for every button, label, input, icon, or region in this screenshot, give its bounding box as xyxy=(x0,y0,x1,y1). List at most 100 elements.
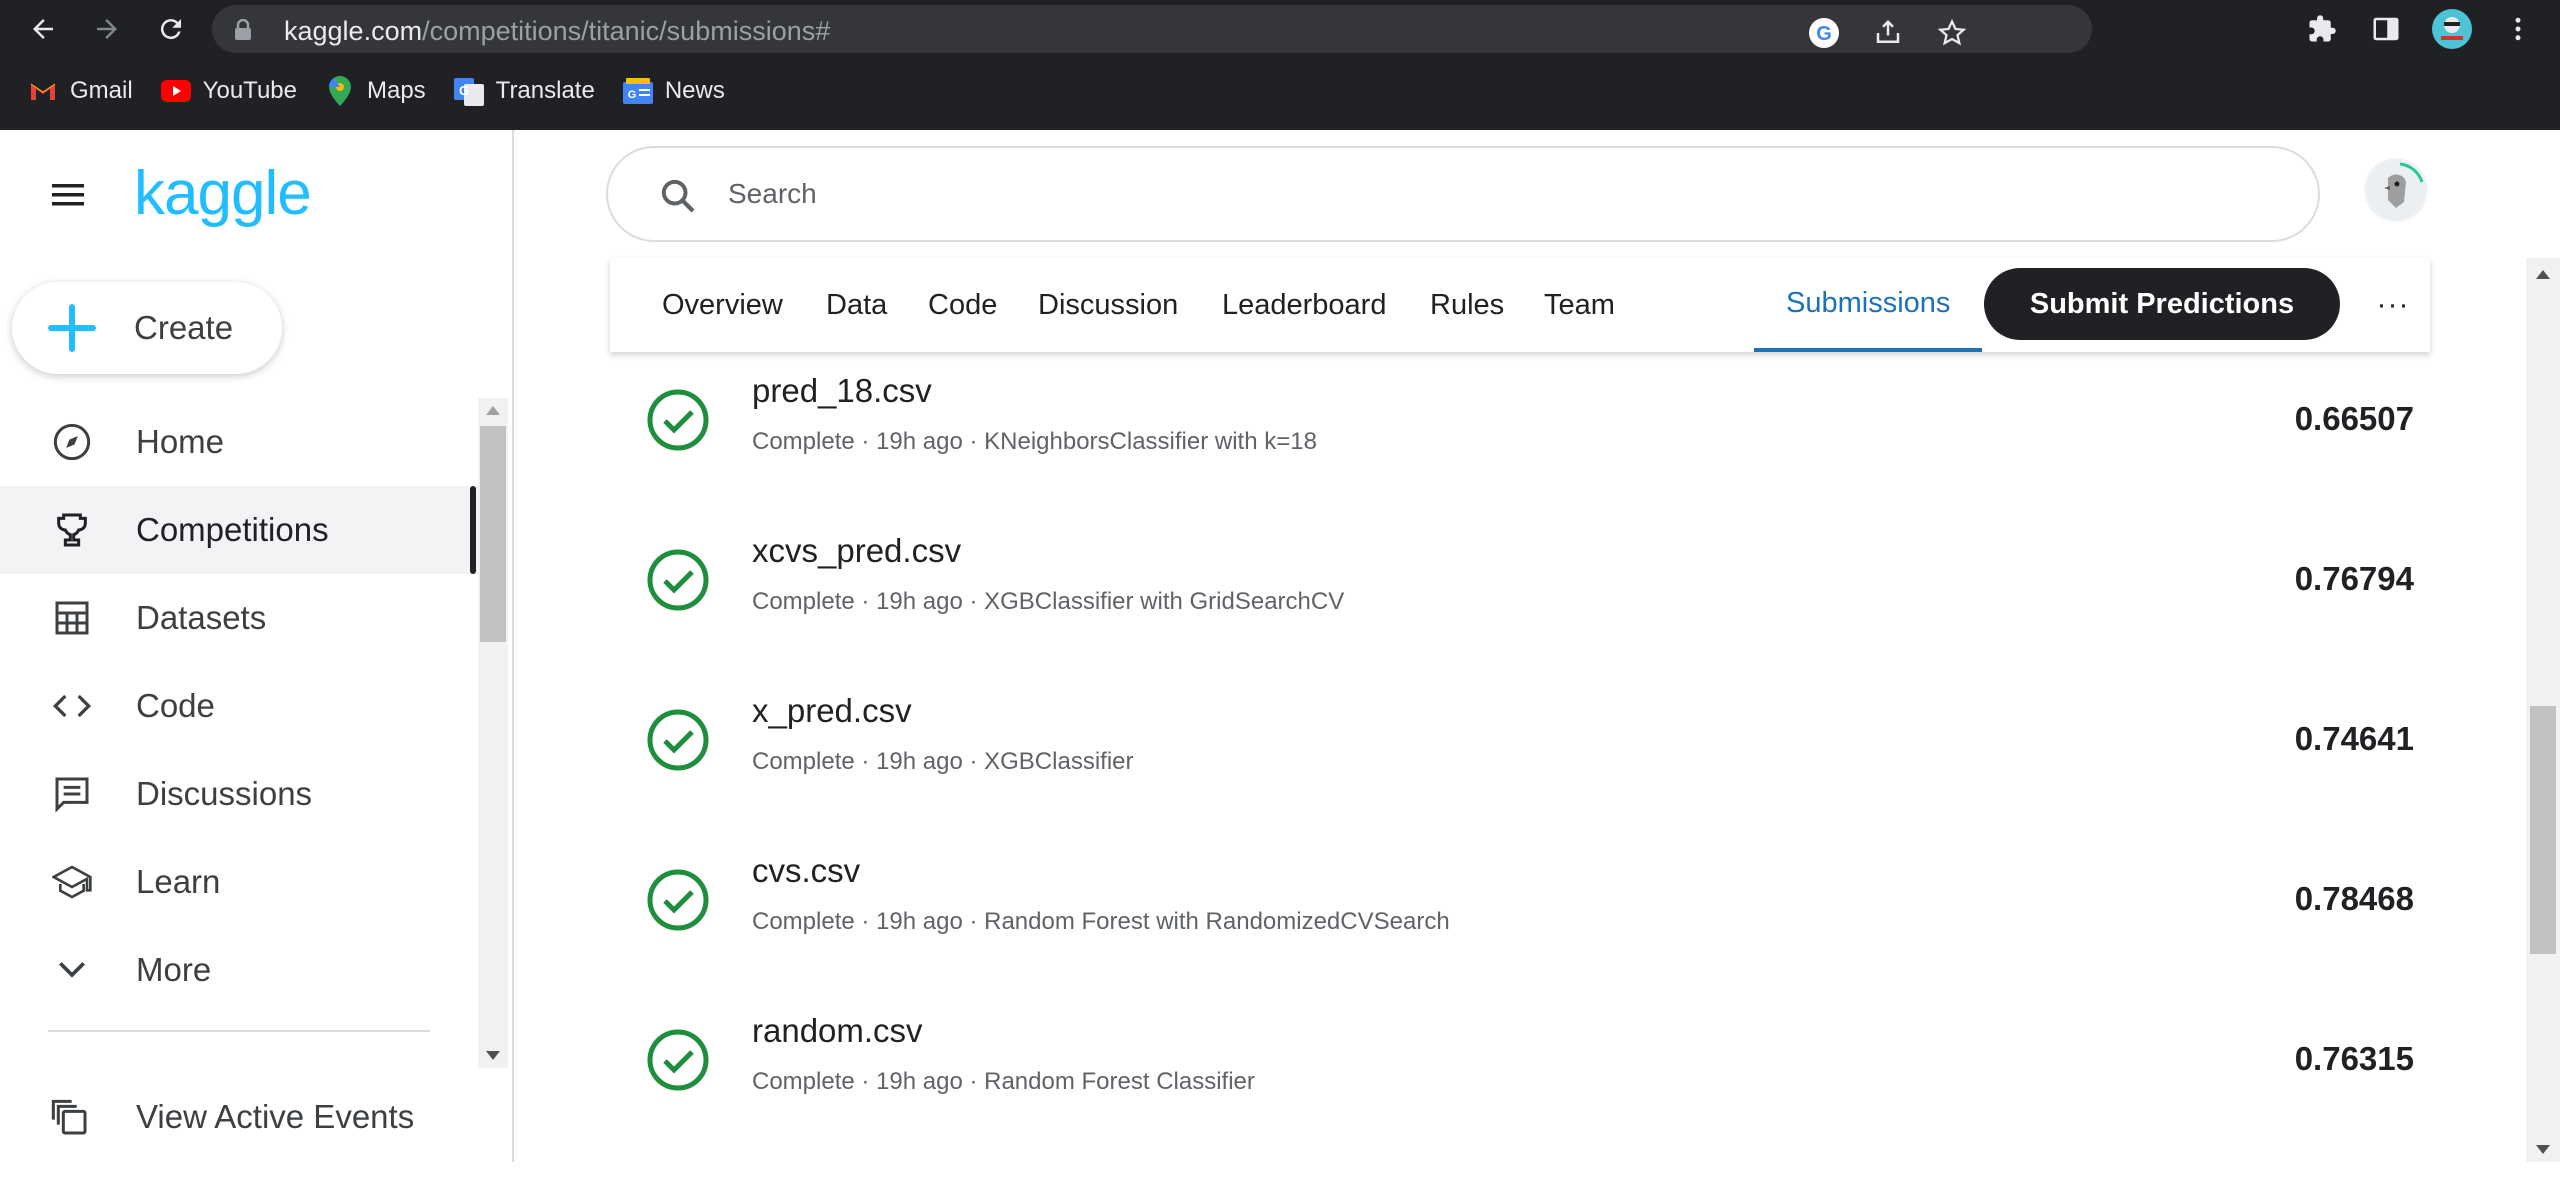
sidebar-divider xyxy=(48,1030,430,1032)
profile-avatar-icon xyxy=(2432,9,2472,49)
chevron-down-icon xyxy=(50,948,94,992)
hamburger-menu-button[interactable] xyxy=(48,175,88,215)
submission-row[interactable]: cvs.csv Complete · 19h ago · Random Fore… xyxy=(610,838,2430,998)
submission-filename[interactable]: x_pred.csv xyxy=(752,692,912,730)
search-bar[interactable] xyxy=(606,146,2320,242)
star-icon xyxy=(1937,18,1967,46)
google-icon: G xyxy=(1809,18,1839,48)
sidebar-scrollbar[interactable] xyxy=(478,398,508,1068)
tab-overview[interactable]: Overview xyxy=(662,258,783,352)
sidebar-item-home[interactable]: Home xyxy=(0,398,478,486)
gmail-icon xyxy=(28,76,58,106)
more-options-button[interactable]: ··· xyxy=(2370,282,2416,328)
tab-discussion[interactable]: Discussion xyxy=(1038,258,1178,352)
tab-team[interactable]: Team xyxy=(1544,258,1615,352)
submission-filename[interactable]: pred_18.csv xyxy=(752,372,932,410)
scroll-down-arrow-icon[interactable] xyxy=(2536,1145,2550,1154)
submission-score: 0.74641 xyxy=(2294,720,2414,757)
tab-submissions[interactable]: Submissions xyxy=(1754,258,1983,352)
bookmark-label: News xyxy=(664,77,725,104)
bookmark-label: Translate xyxy=(495,77,595,104)
google-lens-button[interactable]: G xyxy=(1806,15,1842,51)
submission-row[interactable]: x_pred.csv Complete · 19h ago · XGBClass… xyxy=(610,678,2430,838)
toolbar: kaggle.com/competitions/titanic/submissi… xyxy=(0,0,2560,57)
bookmark-star-button[interactable] xyxy=(1934,15,1970,51)
bookmark-news[interactable]: G News xyxy=(622,76,725,106)
page-scrollbar[interactable] xyxy=(2526,258,2560,1162)
profile-button[interactable] xyxy=(2432,9,2472,49)
reload-button[interactable] xyxy=(150,8,192,50)
puzzle-icon xyxy=(2309,15,2336,42)
maps-icon xyxy=(325,76,355,106)
check-circle-icon xyxy=(647,549,709,611)
scrollbar-thumb[interactable] xyxy=(480,426,506,642)
kaggle-logo[interactable]: kaggle xyxy=(134,158,312,229)
submission-row[interactable]: random.csv Complete · 19h ago · Random F… xyxy=(610,998,2430,1158)
submission-score: 0.76794 xyxy=(2294,560,2414,597)
search-input[interactable] xyxy=(728,172,2228,216)
bookmark-translate[interactable]: G Translate xyxy=(453,76,595,106)
bookmark-label: YouTube xyxy=(202,77,297,104)
submission-filename[interactable]: random.csv xyxy=(752,1012,923,1050)
check-circle-icon xyxy=(647,389,709,451)
submit-predictions-button[interactable]: Submit Predictions xyxy=(1984,268,2340,340)
sidebar-item-code[interactable]: Code xyxy=(0,662,478,750)
tab-data[interactable]: Data xyxy=(826,258,887,352)
tab-leaderboard[interactable]: Leaderboard xyxy=(1222,258,1386,352)
svg-text:G: G xyxy=(459,83,469,98)
trophy-icon xyxy=(50,508,94,552)
submission-score: 0.66507 xyxy=(2294,400,2414,437)
share-button[interactable] xyxy=(1870,15,1906,51)
sidebar-item-label: Discussions xyxy=(136,775,313,812)
sidebar-item-discussions[interactable]: Discussions xyxy=(0,750,478,838)
scroll-up-arrow-icon[interactable] xyxy=(2536,270,2550,279)
submission-filename[interactable]: cvs.csv xyxy=(752,852,860,890)
submission-meta: Complete · 19h ago · XGBClassifier with … xyxy=(752,588,1345,615)
tab-code[interactable]: Code xyxy=(928,258,997,352)
scroll-down-arrow-icon[interactable] xyxy=(486,1051,500,1060)
svg-text:G: G xyxy=(628,89,637,101)
sidebar: kaggle Create Home Competitions Datasets… xyxy=(0,130,514,1162)
browser-menu-button[interactable] xyxy=(2498,9,2538,49)
sidebar-item-datasets[interactable]: Datasets xyxy=(0,574,478,662)
lock-icon xyxy=(235,19,251,40)
scrollbar-thumb[interactable] xyxy=(2530,706,2556,954)
create-button[interactable]: Create xyxy=(12,282,282,374)
create-label: Create xyxy=(134,309,234,346)
back-button[interactable] xyxy=(22,8,64,50)
extensions-button[interactable] xyxy=(2302,9,2342,49)
sidebar-item-more[interactable]: More xyxy=(0,926,478,1014)
url-host: kaggle.com xyxy=(284,16,423,46)
sidebar-item-learn[interactable]: Learn xyxy=(0,838,478,926)
bookmark-youtube[interactable]: YouTube xyxy=(160,76,297,106)
sidebar-item-competitions[interactable]: Competitions xyxy=(0,486,478,574)
bookmarks-bar: Gmail YouTube Maps G Translate G News xyxy=(0,68,725,114)
side-panel-button[interactable] xyxy=(2366,9,2406,49)
submission-score: 0.78468 xyxy=(2294,880,2414,917)
kaggle-page: kaggle Create Home Competitions Datasets… xyxy=(0,130,2560,1162)
view-active-events-link[interactable]: View Active Events xyxy=(0,1098,478,1186)
bookmark-gmail[interactable]: Gmail xyxy=(28,76,133,106)
scroll-up-arrow-icon[interactable] xyxy=(486,406,500,415)
menu-icon xyxy=(52,184,84,206)
user-avatar[interactable] xyxy=(2364,158,2428,222)
sidebar-item-label: Learn xyxy=(136,863,221,900)
forward-button[interactable] xyxy=(86,8,128,50)
submission-meta: Complete · 19h ago · XGBClassifier xyxy=(752,748,1134,775)
bookmark-maps[interactable]: Maps xyxy=(325,76,426,106)
bookmark-label: Gmail xyxy=(70,77,133,104)
code-icon xyxy=(50,684,94,728)
submission-row[interactable]: xcvs_pred.csv Complete · 19h ago · XGBCl… xyxy=(610,518,2430,678)
check-circle-icon xyxy=(647,709,709,771)
competition-tabs: Overview Data Code Discussion Leaderboar… xyxy=(610,258,2430,352)
url-text: kaggle.com/competitions/titanic/submissi… xyxy=(284,16,830,47)
submission-filename[interactable]: xcvs_pred.csv xyxy=(752,532,961,570)
check-circle-icon xyxy=(647,869,709,931)
sidebar-item-label: More xyxy=(136,951,212,988)
submission-row[interactable]: pred_18.csv Complete · 19h ago · KNeighb… xyxy=(610,358,2430,518)
comment-icon xyxy=(50,772,94,816)
browser-chrome: kaggle.com/competitions/titanic/submissi… xyxy=(0,0,2560,130)
tab-rules[interactable]: Rules xyxy=(1430,258,1504,352)
address-bar[interactable]: kaggle.com/competitions/titanic/submissi… xyxy=(212,5,2092,53)
kebab-menu-icon xyxy=(2515,17,2521,41)
